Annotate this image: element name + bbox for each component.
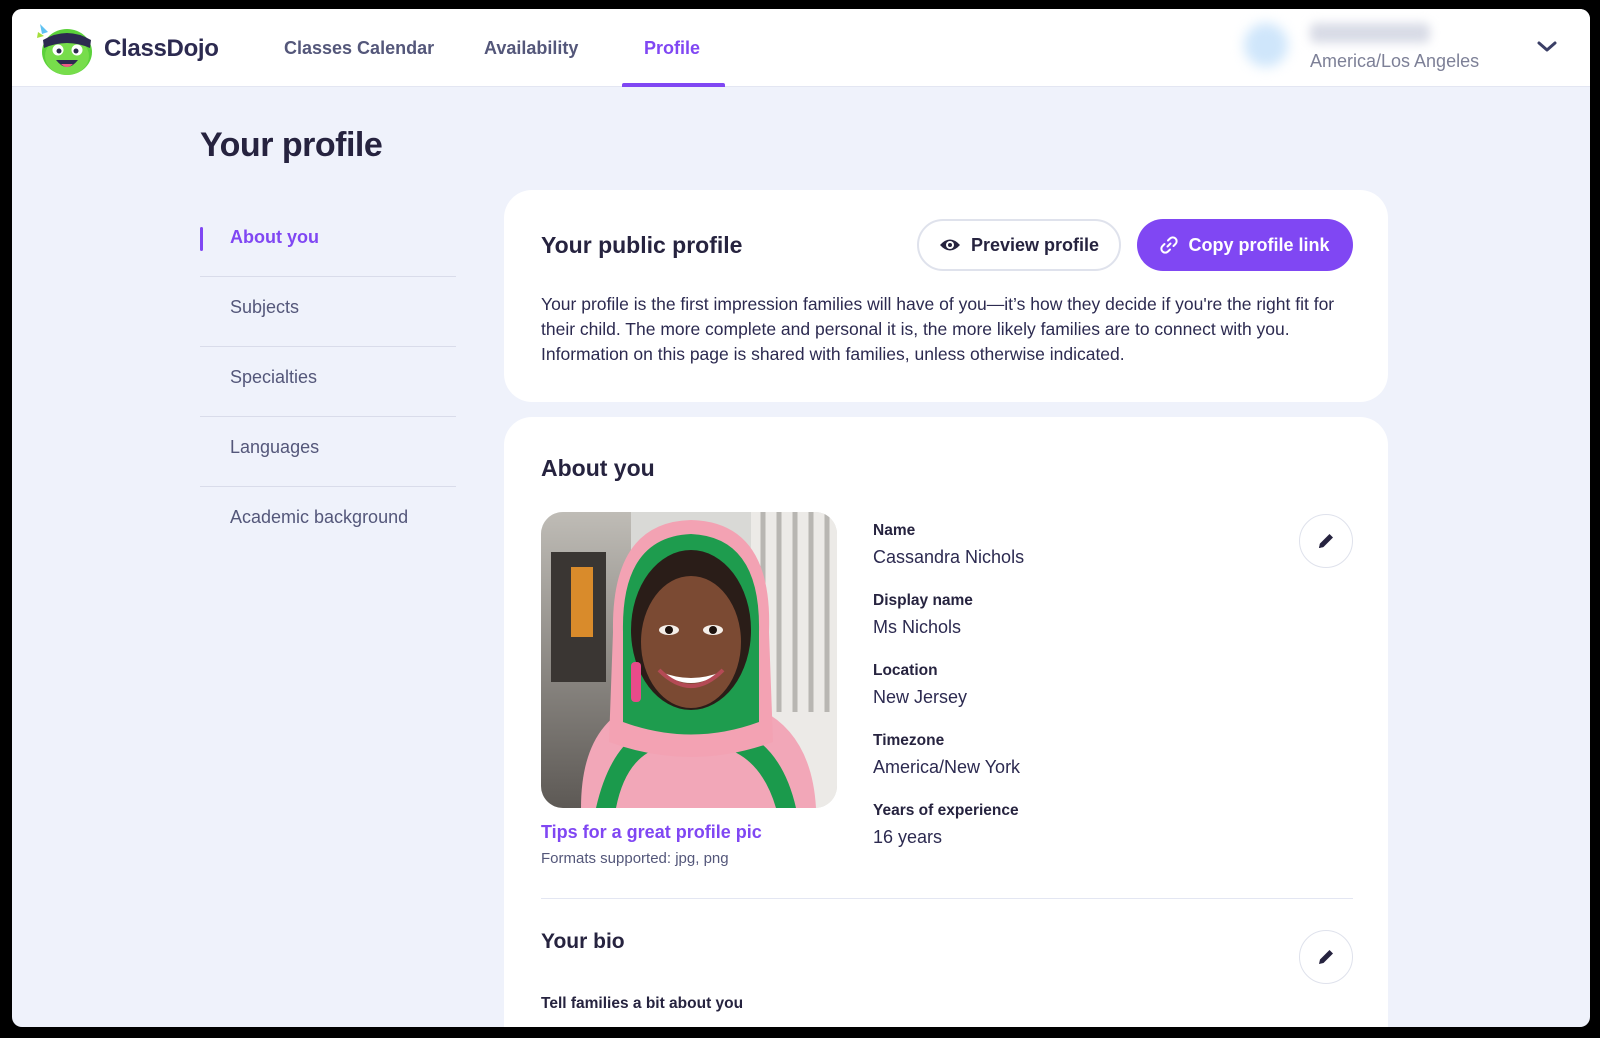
- nav-profile[interactable]: Profile: [644, 38, 700, 59]
- nav-availability[interactable]: Availability: [484, 38, 578, 59]
- sidebar-item-label: Subjects: [230, 297, 300, 317]
- about-you-card: About you Tips for a great profile pic F…: [504, 417, 1388, 1027]
- top-bar: ClassDojo Classes Calendar Availability …: [12, 9, 1590, 87]
- field-value-location: New Jersey: [873, 687, 968, 707]
- field-label-years-experience: Years of experience: [873, 802, 1019, 819]
- chevron-down-icon[interactable]: [1536, 39, 1558, 55]
- public-profile-description: Your profile is the first impression fam…: [541, 294, 1335, 364]
- edit-bio-button[interactable]: [1299, 930, 1353, 984]
- user-timezone: America/Los Angeles: [1310, 51, 1480, 71]
- profile-sidebar: About you Subjects Specialties Languages…: [200, 207, 456, 557]
- sidebar-item-specialties[interactable]: Specialties: [200, 347, 456, 417]
- preview-profile-label: Preview profile: [970, 234, 1100, 255]
- field-value-display-name: Ms Nichols: [873, 617, 962, 637]
- field-value-name: Cassandra Nichols: [873, 547, 1025, 567]
- photo-formats-note: Formats supported: jpg, png: [541, 850, 729, 867]
- field-label-timezone: Timezone: [873, 732, 945, 749]
- photo-tips-link[interactable]: Tips for a great profile pic: [541, 822, 762, 843]
- brand-name: ClassDojo: [104, 35, 219, 62]
- pencil-icon: [1319, 950, 1333, 964]
- sidebar-item-label: Specialties: [230, 367, 318, 387]
- sidebar-item-label: About you: [230, 227, 319, 247]
- app-window: ClassDojo Classes Calendar Availability …: [12, 9, 1590, 1027]
- page-title: Your profile: [200, 126, 383, 164]
- user-name-redacted: [1310, 23, 1430, 43]
- copy-profile-link-button[interactable]: Copy profile link: [1137, 219, 1353, 271]
- field-label-display-name: Display name: [873, 592, 973, 609]
- profile-photo-image: [541, 512, 837, 808]
- about-you-title: About you: [541, 455, 655, 481]
- nav-active-indicator: [622, 83, 725, 87]
- sidebar-item-subjects[interactable]: Subjects: [200, 277, 456, 347]
- field-label-name: Name: [873, 522, 916, 539]
- user-avatar[interactable]: [1244, 23, 1288, 67]
- public-profile-title: Your public profile: [541, 232, 743, 258]
- edit-about-button[interactable]: [1299, 514, 1353, 568]
- link-icon: [1160, 236, 1179, 254]
- sidebar-item-label: Academic background: [230, 507, 409, 527]
- sidebar-item-academic-background[interactable]: Academic background: [200, 487, 456, 557]
- bio-title: Your bio: [541, 930, 625, 953]
- nav-classes-calendar[interactable]: Classes Calendar: [284, 38, 434, 59]
- sidebar-item-label: Languages: [230, 437, 320, 457]
- sidebar-item-languages[interactable]: Languages: [200, 417, 456, 487]
- bio-subtitle: Tell families a bit about you: [541, 995, 744, 1012]
- sidebar-item-about-you[interactable]: About you: [200, 207, 456, 277]
- field-value-years-experience: 16 years: [873, 827, 943, 847]
- pencil-icon: [1319, 534, 1333, 548]
- eye-icon: [939, 239, 960, 251]
- copy-profile-link-label: Copy profile link: [1188, 234, 1330, 255]
- field-label-location: Location: [873, 662, 938, 679]
- preview-profile-button[interactable]: Preview profile: [917, 219, 1121, 271]
- classdojo-logo-icon[interactable]: [34, 20, 96, 78]
- profile-photo[interactable]: [541, 512, 837, 808]
- field-value-timezone: America/New York: [873, 757, 1021, 777]
- section-divider: [541, 898, 1353, 899]
- public-profile-card: Your public profile Preview profile Copy…: [504, 190, 1388, 402]
